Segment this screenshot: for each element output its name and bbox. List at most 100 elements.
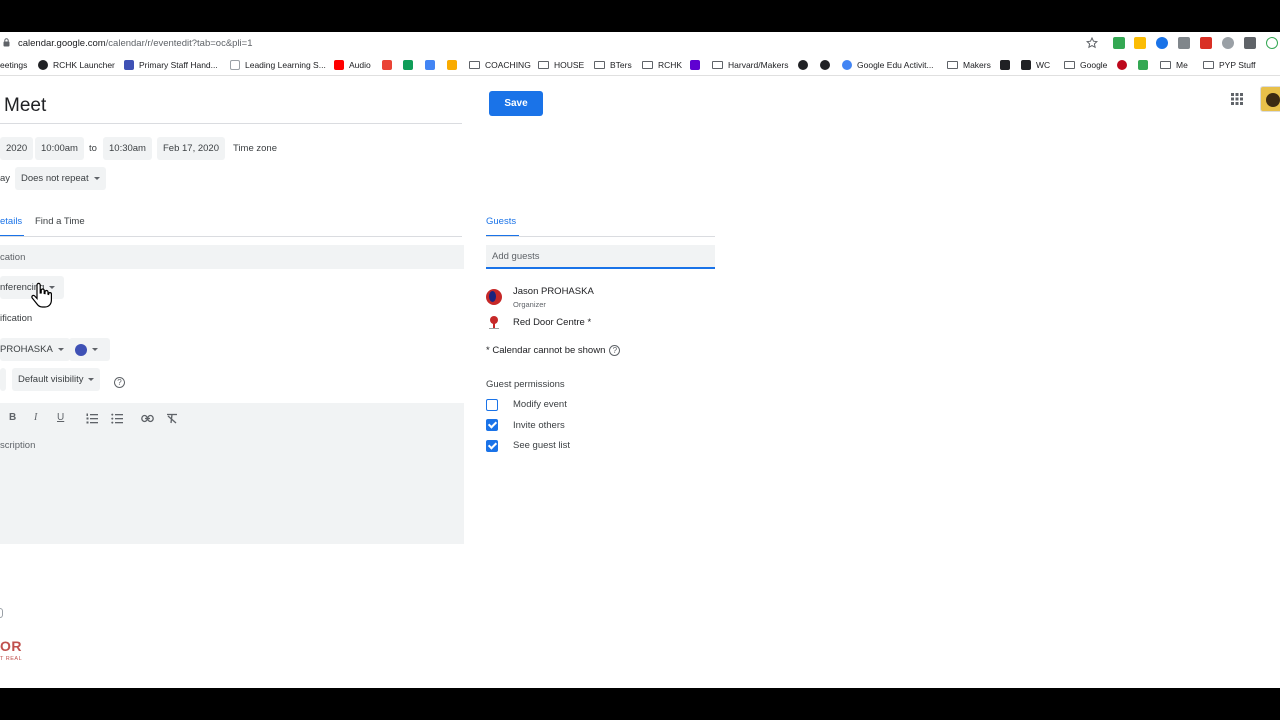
extension-7-icon[interactable] xyxy=(1244,37,1256,49)
description-editor[interactable] xyxy=(0,403,464,544)
bookmark-item[interactable] xyxy=(425,58,440,72)
bookmark-item[interactable]: COACHING xyxy=(469,58,531,72)
extension-1-icon[interactable] xyxy=(1113,37,1125,49)
guest-name-2[interactable]: Red Door Centre * xyxy=(513,317,591,328)
add-guests-input[interactable]: Add guests xyxy=(486,245,715,269)
guests-divider xyxy=(486,236,715,237)
bookmark-item[interactable] xyxy=(798,58,813,72)
extension-2-icon[interactable] xyxy=(1134,37,1146,49)
visibility-help-icon[interactable]: ? xyxy=(110,374,125,392)
bookmark-item[interactable]: BTers xyxy=(594,58,632,72)
bookmark-item[interactable] xyxy=(447,58,462,72)
bookmark-item[interactable]: Audio xyxy=(334,58,371,72)
event-color-dropdown[interactable] xyxy=(69,338,110,361)
folder-icon xyxy=(712,61,723,69)
browser-window: calendar.google.com/calendar/r/eventedit… xyxy=(0,32,1280,688)
extension-3-icon[interactable] xyxy=(1156,37,1168,49)
account-avatar[interactable] xyxy=(1260,86,1280,112)
bookmark-item[interactable]: Harvard/Makers xyxy=(712,58,788,72)
calendar-icon xyxy=(425,60,435,70)
end-date-field[interactable]: Feb 17, 2020 xyxy=(157,137,225,160)
bookmark-label: Me xyxy=(1176,60,1188,70)
doc-icon xyxy=(230,60,240,70)
bookmark-item[interactable]: Leading Learning S... xyxy=(230,58,326,72)
logo-subtext: T REAL xyxy=(0,656,23,662)
bookmark-item[interactable] xyxy=(690,58,705,72)
bookmark-item[interactable]: PYP Stuff xyxy=(1203,58,1256,72)
extension-6-icon[interactable] xyxy=(1222,37,1234,49)
visibility-dropdown[interactable]: Default visibility xyxy=(12,368,101,391)
bookmark-item[interactable]: Me xyxy=(1160,58,1188,72)
bookmark-item[interactable]: Makers xyxy=(947,58,991,72)
tab-event-details[interactable]: etails xyxy=(0,216,22,227)
repeat-dropdown[interactable]: Does not repeat xyxy=(15,167,106,190)
folder-icon xyxy=(594,61,605,69)
notification-link[interactable]: ification xyxy=(0,313,32,324)
bookmark-item[interactable] xyxy=(820,58,835,72)
calendar-note-text: * Calendar cannot be shown xyxy=(486,345,606,357)
folder-icon xyxy=(1064,61,1075,69)
url-domain: calendar.google.com xyxy=(18,38,106,49)
bookmark-item[interactable]: RCHK Launcher xyxy=(38,58,115,72)
collapse-handle-icon[interactable] xyxy=(0,608,3,618)
link-icon[interactable] xyxy=(141,414,154,423)
bookmark-item[interactable] xyxy=(382,58,397,72)
event-title[interactable]: Meet xyxy=(4,95,46,117)
bookmark-item[interactable]: WC xyxy=(1021,58,1050,72)
pinterest-icon xyxy=(1117,60,1127,70)
hand-cursor-icon xyxy=(31,282,52,308)
italic-button[interactable]: I xyxy=(34,412,37,423)
extension-5-icon[interactable] xyxy=(1200,37,1212,49)
bookmarks-bar: eetings RCHK Launcher Primary Staff Hand..… xyxy=(0,54,1280,76)
modify-event-checkbox[interactable] xyxy=(486,399,498,411)
bookmark-item[interactable]: Google Edu Activit... xyxy=(842,58,934,72)
remove-formatting-icon[interactable] xyxy=(166,413,178,424)
save-button[interactable]: Save xyxy=(489,91,543,116)
invite-others-checkbox[interactable] xyxy=(486,419,498,431)
url-text[interactable]: calendar.google.com/calendar/r/eventedit… xyxy=(18,38,253,49)
timezone-link[interactable]: Time zone xyxy=(233,143,277,154)
end-time-field[interactable]: 10:30am xyxy=(103,137,152,160)
calendar-owner-dropdown[interactable]: PROHASKA xyxy=(0,338,70,361)
bookmark-label: BTers xyxy=(610,60,632,70)
start-date-field[interactable]: 2020 xyxy=(0,137,34,160)
bookmark-label: COACHING xyxy=(485,60,531,70)
bulleted-list-icon[interactable] xyxy=(111,413,123,424)
address-bar[interactable]: calendar.google.com/calendar/r/eventedit… xyxy=(0,32,1280,54)
bookmark-item[interactable]: HOUSE xyxy=(538,58,584,72)
tab-guests[interactable]: Guests xyxy=(486,216,516,227)
bookmark-item[interactable] xyxy=(1138,58,1153,72)
all-day-label[interactable]: ay xyxy=(0,173,10,184)
bookmark-label: Harvard/Makers xyxy=(728,60,789,70)
youtube-icon xyxy=(334,60,344,70)
bookmark-item[interactable]: Primary Staff Hand... xyxy=(124,58,218,72)
end-date-text: Feb 17, 2020 xyxy=(163,143,219,154)
guest-name-1[interactable]: Jason PROHASKA xyxy=(513,286,594,297)
start-time-field[interactable]: 10:00am xyxy=(35,137,84,160)
numbered-list-icon[interactable] xyxy=(86,413,98,424)
folder-icon xyxy=(947,61,958,69)
bookmark-item[interactable] xyxy=(1117,58,1132,72)
location-placeholder: cation xyxy=(0,251,26,263)
location-input[interactable]: cation xyxy=(0,245,464,269)
help-icon[interactable]: ? xyxy=(609,345,621,356)
see-guest-list-checkbox[interactable] xyxy=(486,440,498,452)
page-icon xyxy=(124,60,134,70)
yahoo-icon xyxy=(690,60,700,70)
classroom-icon xyxy=(447,60,457,70)
apps-grid-icon[interactable] xyxy=(1230,92,1244,106)
availability-dropdown[interactable] xyxy=(0,368,6,391)
underline-button[interactable]: U xyxy=(57,412,64,423)
end-time-text: 10:30am xyxy=(109,143,146,154)
bookmark-item[interactable]: RCHK xyxy=(642,58,682,72)
bookmark-item[interactable]: Google xyxy=(1064,58,1107,72)
star-icon[interactable] xyxy=(1086,37,1098,49)
bold-button[interactable]: B xyxy=(9,412,16,423)
extension-8-icon[interactable] xyxy=(1266,37,1278,49)
bookmark-item[interactable] xyxy=(403,58,418,72)
bookmark-item[interactable] xyxy=(1000,58,1015,72)
tab-find-a-time[interactable]: Find a Time xyxy=(35,216,85,227)
to-label: to xyxy=(89,143,97,154)
extension-4-icon[interactable] xyxy=(1178,37,1190,49)
bookmark-item[interactable]: eetings xyxy=(0,58,27,72)
